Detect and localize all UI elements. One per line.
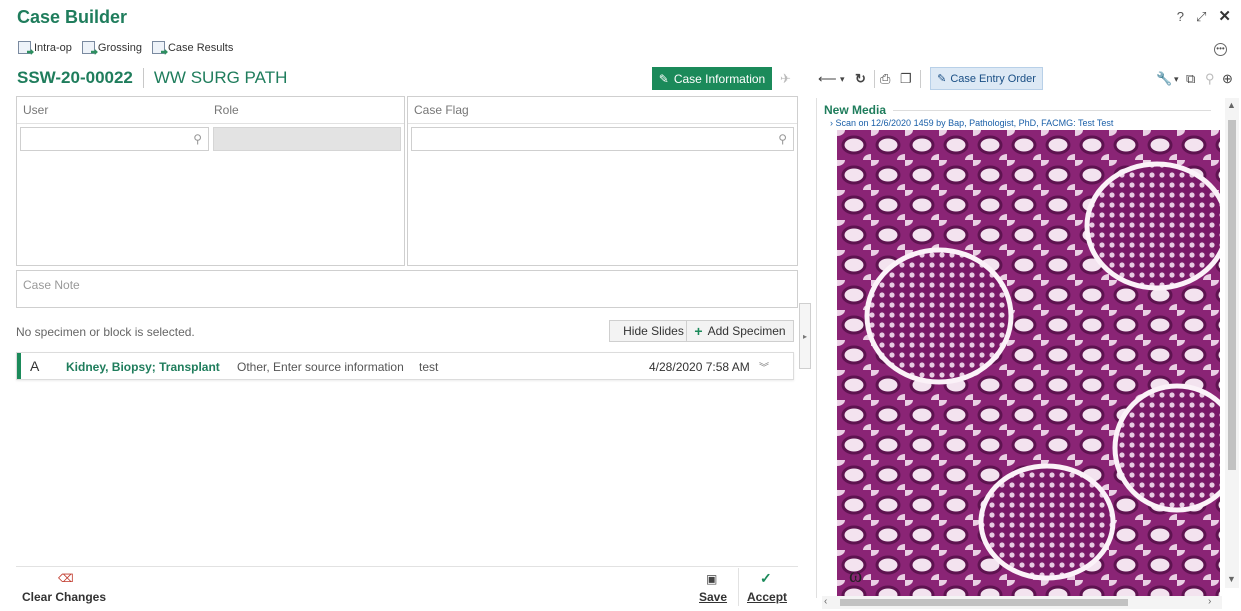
action-divider <box>738 568 739 606</box>
intra-op-button[interactable]: Intra-op <box>18 41 72 54</box>
collapse-panel-handle[interactable]: ▸ <box>799 303 811 369</box>
scrollbar-thumb[interactable] <box>1228 120 1236 470</box>
specimen-row[interactable]: A Kidney, Biopsy; Transplant Other, Ente… <box>16 352 794 380</box>
specimen-note: test <box>419 360 439 374</box>
save-button[interactable]: ▣ Save <box>696 572 732 606</box>
specimen-color-stripe <box>17 353 21 379</box>
pencil-icon: ✎ <box>658 71 669 86</box>
case-note-field[interactable]: Case Note <box>16 270 798 308</box>
scroll-up-icon[interactable]: ▲ <box>1227 100 1236 110</box>
page-copy-icon[interactable]: ⧉ <box>1186 71 1195 87</box>
search-icon: ⚲ <box>778 132 787 146</box>
more-options-icon[interactable]: ••• <box>1214 43 1227 56</box>
expand-chevron-icon[interactable]: ︾ <box>759 359 769 374</box>
dropdown-caret-icon[interactable]: ▾ <box>1174 74 1179 85</box>
expand-icon[interactable]: ⤢ <box>1196 9 1206 25</box>
plus-icon: + <box>694 323 703 339</box>
pin-icon[interactable]: ✈ <box>780 71 791 87</box>
specimen-bar: No specimen or block is selected. Hide S… <box>16 320 798 342</box>
scroll-left-icon[interactable]: ‹ <box>824 596 827 607</box>
header-divider <box>408 123 797 124</box>
help-icon[interactable]: ? <box>1177 9 1184 25</box>
app-title: Case Builder <box>17 7 128 27</box>
edit-document-icon: ✎ <box>937 73 947 85</box>
accept-label: Accept <box>747 590 788 604</box>
document-arrow-icon <box>151 41 165 54</box>
document-arrow-icon <box>81 41 95 54</box>
case-flag-column-header: Case Flag <box>414 103 469 117</box>
specimen-source: Other, Enter source information <box>237 360 404 374</box>
user-search-input[interactable]: ⚲ <box>20 127 209 151</box>
media-horizontal-scrollbar[interactable]: ‹ › <box>822 596 1222 609</box>
grossing-label: Grossing <box>97 41 142 54</box>
case-information-label: Case Information <box>673 71 766 86</box>
eraser-icon: ⌫ <box>58 573 74 585</box>
case-note-placeholder: Case Note <box>23 278 80 292</box>
case-header: SSW-20-00022 WW SURG PATH <box>17 68 287 88</box>
case-information-button[interactable]: ✎ Case Information <box>652 67 772 90</box>
copy-icon[interactable]: ❐ <box>900 71 912 87</box>
save-label: Save <box>699 590 728 604</box>
close-icon[interactable]: ✕ <box>1218 7 1231 25</box>
specimen-name: Kidney, Biopsy; Transplant <box>66 360 220 374</box>
histology-scan-image: ω <box>837 130 1220 596</box>
clear-changes-label: Clear Changes <box>22 590 107 604</box>
zoom-in-icon[interactable]: ⊕ <box>1222 71 1233 87</box>
scan-link[interactable]: › Scan on 12/6/2020 1459 by Bap, Patholo… <box>830 118 1113 128</box>
case-results-label: Case Results <box>167 41 234 54</box>
window-controls: ? ⤢ ✕ <box>1177 7 1231 25</box>
scrollbar-thumb[interactable] <box>840 599 1128 606</box>
section-rule <box>893 110 1211 111</box>
zoom-out-icon[interactable]: ⚲ <box>1205 71 1215 87</box>
footer-divider <box>16 566 798 567</box>
checkmark-icon: ✓ <box>760 570 772 586</box>
case-entry-order-label: Case Entry Order <box>950 72 1036 85</box>
add-specimen-button[interactable]: + Add Specimen <box>686 320 794 342</box>
floppy-disk-icon: ▣ <box>706 572 718 586</box>
document-arrow-icon <box>18 41 31 54</box>
media-panel: New Media › Scan on 12/6/2020 1459 by Ba… <box>816 98 1230 598</box>
top-toolbar: Intra-op Grossing Case Results <box>18 41 233 54</box>
role-filter-input[interactable] <box>213 127 401 151</box>
specimen-date: 4/28/2020 7:58 AM <box>649 360 750 374</box>
header-divider <box>17 123 404 124</box>
scroll-right-icon[interactable]: › <box>1208 596 1211 607</box>
case-flag-search-input[interactable]: ⚲ <box>411 127 794 151</box>
media-vertical-scrollbar[interactable]: ▲ ▼ <box>1225 98 1239 588</box>
accept-button[interactable]: ✓ Accept <box>744 570 796 606</box>
specimen-letter: A <box>30 358 40 374</box>
case-builder-window: Case Builder ? ⤢ ✕ Intra-op Grossing Cas… <box>0 0 1241 611</box>
users-panel: User Role ⚲ <box>16 96 405 266</box>
wrench-icon[interactable]: 🔧 <box>1156 71 1172 87</box>
case-flag-panel: Case Flag ⚲ <box>407 96 798 266</box>
intra-op-label: Intra-op <box>34 41 72 54</box>
toolbar-divider <box>874 70 875 88</box>
case-results-button[interactable]: Case Results <box>151 41 234 54</box>
title-bar: Case Builder ? ⤢ ✕ <box>0 0 1241 36</box>
header-divider <box>142 68 144 88</box>
toolbar-divider <box>920 70 921 88</box>
specimen-status-text: No specimen or block is selected. <box>16 325 195 339</box>
media-toolbar: ⟵ ▾ ↻ ⎙ ❐ ✎ Case Entry Order 🔧 ▾ ⧉ ⚲ ⊕ <box>812 66 1236 92</box>
media-section-title: New Media <box>824 103 887 117</box>
user-column-header: User <box>23 103 49 117</box>
case-type: WW SURG PATH <box>153 68 288 87</box>
scroll-down-icon[interactable]: ▼ <box>1227 574 1236 584</box>
refresh-icon[interactable]: ↻ <box>855 71 866 87</box>
back-arrow-icon[interactable]: ⟵ <box>818 71 837 87</box>
hide-slides-button[interactable]: Hide Slides <box>609 320 698 342</box>
clear-changes-button[interactable]: ⌫ Clear Changes <box>18 572 108 606</box>
grossing-button[interactable]: Grossing <box>81 41 142 54</box>
svg-text:ω: ω <box>849 565 862 587</box>
dropdown-caret-icon[interactable]: ▾ <box>840 74 845 85</box>
add-specimen-label: Add Specimen <box>707 324 786 338</box>
case-id: SSW-20-00022 <box>17 68 133 87</box>
role-column-header: Role <box>214 103 239 117</box>
histology-scan-graphic: ω <box>837 130 1220 596</box>
case-entry-order-button[interactable]: ✎ Case Entry Order <box>930 67 1043 90</box>
scan-link-label: Scan on 12/6/2020 1459 by Bap, Pathologi… <box>835 118 1114 128</box>
search-icon: ⚲ <box>193 132 202 146</box>
print-icon[interactable]: ⎙ <box>880 71 890 87</box>
